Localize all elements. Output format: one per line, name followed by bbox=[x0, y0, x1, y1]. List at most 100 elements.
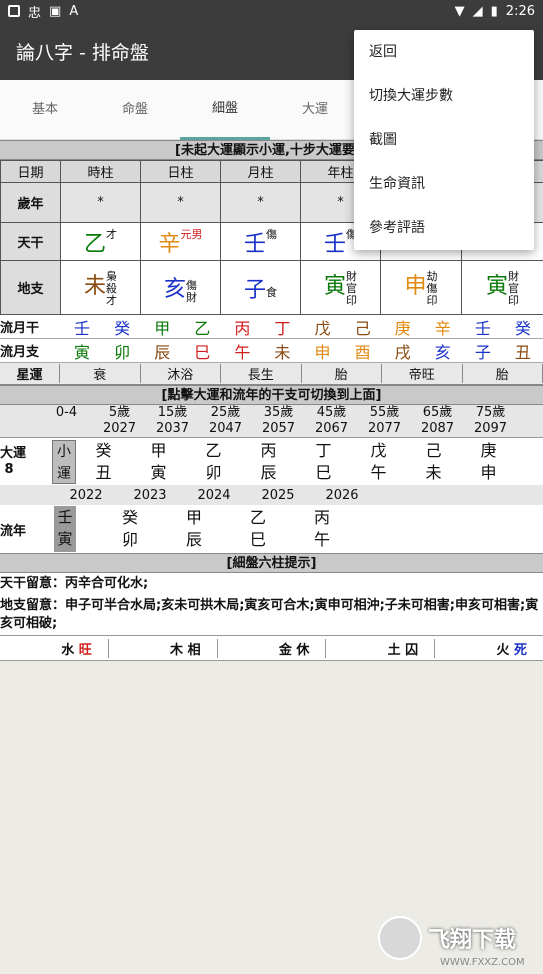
month-gan[interactable]: 丙 bbox=[234, 315, 250, 339]
dayun-year: 2027 bbox=[102, 421, 137, 436]
dayun-years: 2027 2037 2047 2057 2067 2077 2087 2097 bbox=[0, 421, 543, 437]
dayun-year: 2087 bbox=[420, 421, 455, 436]
month-gan[interactable]: 癸 bbox=[515, 315, 531, 339]
clock: 2:26 bbox=[505, 3, 535, 19]
month-gan[interactable]: 乙 bbox=[194, 315, 210, 339]
month-zhi[interactable]: 丑 bbox=[515, 339, 531, 363]
image-icon: ▣ bbox=[49, 3, 62, 19]
liunian-year: 2022 bbox=[69, 487, 103, 503]
liuyue-zhi-row: 流月支 寅 卯 辰 巳 午 未 申 酉 戌 亥 子 丑 bbox=[0, 339, 543, 363]
dayun-year bbox=[40, 421, 93, 437]
wuxing-item: 火 死 bbox=[496, 642, 527, 658]
menu-back[interactable]: 返回 bbox=[354, 30, 534, 74]
month-zhi[interactable]: 戌 bbox=[395, 339, 411, 363]
month-zhi[interactable]: 亥 bbox=[435, 339, 451, 363]
dizhi-cell[interactable]: 寅財官印 bbox=[461, 260, 543, 315]
month-gan[interactable]: 癸 bbox=[114, 315, 130, 339]
section-title: [細盤六柱提示] bbox=[0, 553, 543, 573]
month-gan[interactable]: 壬 bbox=[475, 315, 491, 339]
month-gan[interactable]: 己 bbox=[355, 315, 371, 339]
liunian-current[interactable]: 壬寅 bbox=[54, 506, 76, 552]
liunian-cell[interactable]: 丙午 bbox=[290, 507, 354, 551]
battery-icon: ▮ bbox=[490, 3, 498, 19]
menu-reference-comments[interactable]: 參考評語 bbox=[354, 206, 534, 250]
month-gan[interactable]: 戊 bbox=[315, 315, 331, 339]
dayun-cell[interactable]: 己未 bbox=[406, 440, 461, 484]
dayun-cell[interactable]: 乙卯 bbox=[186, 440, 241, 484]
month-zhi[interactable]: 申 bbox=[315, 339, 331, 363]
liunian-cell[interactable]: 癸卯 bbox=[98, 507, 162, 551]
dayun-cell[interactable]: 庚申 bbox=[461, 440, 516, 484]
month-zhi[interactable]: 辰 bbox=[154, 339, 170, 363]
month-gan[interactable]: 庚 bbox=[395, 315, 411, 339]
header-day: 日柱 bbox=[140, 160, 221, 183]
tiangan-cell[interactable]: 壬傷 bbox=[220, 222, 301, 261]
month-gan[interactable]: 丁 bbox=[274, 315, 290, 339]
liunian-years: 2022 2023 2024 2025 2026 bbox=[0, 485, 543, 505]
dayun-cell[interactable]: 戊午 bbox=[351, 440, 406, 484]
dayun-age: 65歲 bbox=[422, 405, 453, 420]
tiangan-cell[interactable]: 乙才 bbox=[60, 222, 141, 261]
month-zhi[interactable]: 酉 bbox=[355, 339, 371, 363]
liunian-cell[interactable]: 甲辰 bbox=[162, 507, 226, 551]
wuxing-item: 水 旺 bbox=[0, 638, 109, 658]
month-gan[interactable]: 辛 bbox=[435, 315, 451, 339]
liuyue-zhi-label: 流月支 bbox=[0, 345, 40, 360]
dayun-year: 2057 bbox=[261, 421, 296, 436]
wuxing-item: 金 休 bbox=[218, 638, 327, 658]
dayun-cell[interactable]: 丙辰 bbox=[241, 440, 296, 484]
watermark-logo-icon bbox=[378, 916, 422, 960]
xingyun-value: 衰 bbox=[60, 364, 141, 383]
liuyue-gan-row: 流月干 壬 癸 甲 乙 丙 丁 戊 己 庚 辛 壬 癸 bbox=[0, 315, 543, 339]
month-zhi[interactable]: 午 bbox=[234, 339, 250, 363]
liunian-cell[interactable]: 乙巳 bbox=[226, 507, 290, 551]
dayun-year: 2047 bbox=[208, 421, 243, 436]
dayun-cell[interactable]: 丁巳 bbox=[296, 440, 351, 484]
menu-screenshot[interactable]: 截圖 bbox=[354, 118, 534, 162]
tab-basic[interactable]: 基本 bbox=[0, 80, 90, 140]
dayun-year: 2037 bbox=[155, 421, 190, 436]
tiangan-label: 天干 bbox=[0, 222, 61, 261]
tab-detail[interactable]: 細盤 bbox=[180, 80, 270, 140]
dayun-cell[interactable]: 甲寅 bbox=[131, 440, 186, 484]
dizhi-cell[interactable]: 子食 bbox=[220, 260, 301, 315]
dayun-age: 0-4 bbox=[55, 405, 78, 420]
dizhi-label: 地支 bbox=[0, 260, 61, 315]
dayun-age: 35歲 bbox=[263, 405, 294, 420]
sui-nian-value: * bbox=[220, 182, 301, 223]
watermark: 飞翔下载 bbox=[378, 916, 516, 960]
xingyun-value: 長生 bbox=[221, 364, 302, 383]
dizhi-cell[interactable]: 未梟殺才 bbox=[60, 260, 141, 315]
dizhi-cell[interactable]: 亥傷財 bbox=[140, 260, 221, 315]
page-title: 論八字 - 排命盤 bbox=[16, 41, 149, 64]
header-month: 月柱 bbox=[220, 160, 301, 183]
dayun-age: 25歲 bbox=[210, 405, 241, 420]
dayun-label: 大運 8 bbox=[0, 445, 27, 477]
a-icon: A bbox=[69, 3, 79, 19]
app-icon: 忠 bbox=[28, 5, 42, 21]
menu-life-info[interactable]: 生命資訊 bbox=[354, 162, 534, 206]
dizhi-cell[interactable]: 申劫傷印 bbox=[380, 260, 462, 315]
month-gan[interactable]: 壬 bbox=[74, 315, 90, 339]
month-zhi[interactable]: 未 bbox=[274, 339, 290, 363]
overflow-menu: 返回 切換大運步數 截圖 生命資訊 參考評語 bbox=[354, 30, 534, 250]
tab-dayun[interactable]: 大運 bbox=[270, 80, 360, 140]
sui-nian-value: * bbox=[140, 182, 221, 223]
month-zhi[interactable]: 巳 bbox=[194, 339, 210, 363]
month-gan[interactable]: 甲 bbox=[154, 315, 170, 339]
dizhi-hint: 地支留意：申子可半合水局;亥未可拱木局;寅亥可合木;寅申可相沖;子未可相害;申亥… bbox=[0, 595, 543, 635]
tab-chart[interactable]: 命盤 bbox=[90, 80, 180, 140]
tiangan-cell[interactable]: 辛元男 bbox=[140, 222, 221, 261]
dizhi-cell[interactable]: 寅財官印 bbox=[300, 260, 381, 315]
dayun-year: 2067 bbox=[314, 421, 349, 436]
menu-switch-dayun-steps[interactable]: 切換大運步數 bbox=[354, 74, 534, 118]
dayun-cell[interactable]: 癸丑 bbox=[76, 440, 131, 484]
month-zhi[interactable]: 子 bbox=[475, 339, 491, 363]
month-zhi[interactable]: 卯 bbox=[114, 339, 130, 363]
xiaoyun-cell[interactable]: 小運 bbox=[52, 439, 76, 484]
dayun-year: 2077 bbox=[367, 421, 402, 436]
square-icon bbox=[8, 5, 20, 17]
month-zhi[interactable]: 寅 bbox=[74, 339, 90, 363]
xingyun-value: 帝旺 bbox=[382, 364, 463, 383]
liunian-year: 2024 bbox=[197, 487, 231, 503]
